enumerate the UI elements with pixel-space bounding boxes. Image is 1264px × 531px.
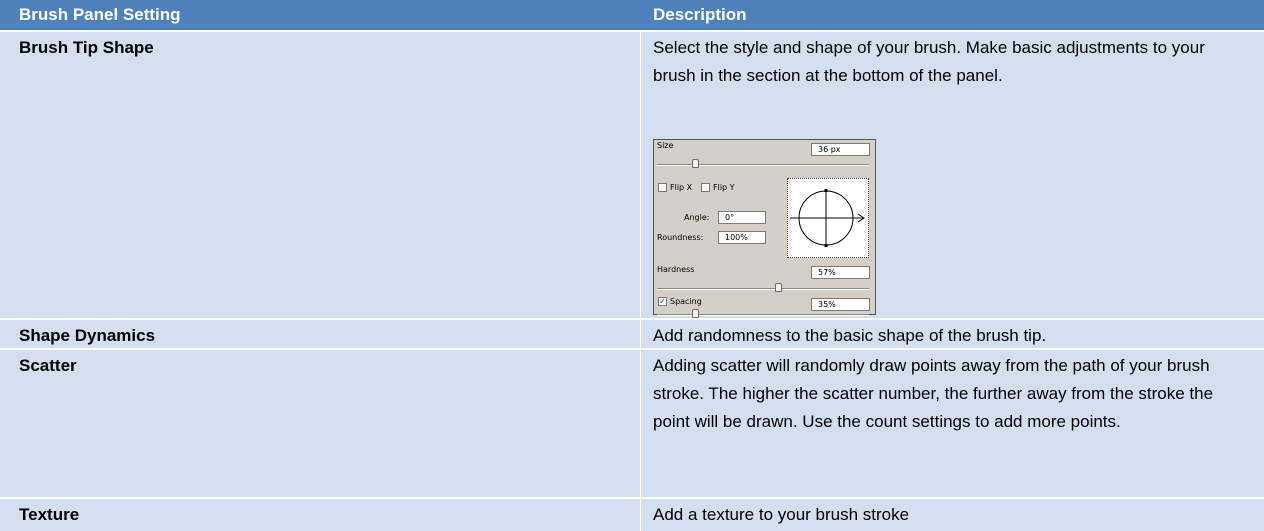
roundness-field[interactable]: 100%	[718, 231, 766, 244]
table-row: Scatter Adding scatter will randomly dra…	[0, 350, 1264, 499]
setting-label: Scatter	[19, 356, 77, 375]
spacing-label: Spacing	[670, 297, 702, 306]
setting-label: Texture	[19, 505, 80, 524]
brush-preview-box[interactable]	[787, 178, 869, 258]
flip-y-checkbox[interactable]	[701, 183, 710, 192]
size-label: Size	[657, 141, 674, 150]
table-row: Texture Add a texture to your brush stro…	[0, 499, 1264, 531]
size-slider-track[interactable]	[657, 164, 869, 166]
flip-x-checkbox[interactable]	[658, 183, 667, 192]
size-field[interactable]: 36 px	[811, 143, 870, 156]
setting-label: Brush Tip Shape	[19, 38, 154, 57]
spacing-slider-track[interactable]	[657, 314, 869, 316]
table-row: Brush Tip Shape Select the style and sha…	[0, 32, 1264, 320]
table-header-row: Brush Panel Setting Description	[0, 0, 1264, 32]
table-row: Shape Dynamics Add randomness to the bas…	[0, 320, 1264, 350]
hardness-slider-track[interactable]	[657, 288, 869, 290]
angle-field[interactable]: 0°	[718, 211, 766, 224]
brush-angle-roundness-icon	[790, 189, 865, 247]
roundness-label: Roundness:	[657, 233, 704, 242]
header-setting: Brush Panel Setting	[19, 5, 181, 24]
flip-x-label: Flip X	[670, 183, 693, 192]
column-divider	[640, 32, 641, 531]
setting-description: Add a texture to your brush stroke	[653, 505, 910, 524]
setting-label: Shape Dynamics	[19, 326, 156, 345]
setting-description: Adding scatter will randomly draw points…	[653, 356, 1214, 431]
angle-label: Angle:	[684, 213, 710, 222]
hardness-slider-thumb[interactable]	[774, 283, 782, 292]
setting-description: Add randomness to the basic shape of the…	[653, 326, 1047, 345]
hardness-field[interactable]: 57%	[811, 266, 870, 279]
checkmark-icon: ✓	[659, 297, 666, 306]
hardness-label: Hardness	[657, 265, 695, 274]
setting-description: Select the style and shape of your brush…	[653, 38, 1205, 85]
spacing-checkbox[interactable]: ✓	[658, 297, 667, 306]
spacing-field[interactable]: 35%	[811, 298, 870, 311]
size-slider-thumb[interactable]	[692, 159, 700, 168]
spacing-slider-thumb[interactable]	[692, 309, 700, 318]
header-description: Description	[653, 5, 747, 24]
brush-tip-panel-image: Size 36 px Flip X Flip Y Angle: 0° Round…	[653, 139, 876, 318]
flip-y-label: Flip Y	[713, 183, 735, 192]
